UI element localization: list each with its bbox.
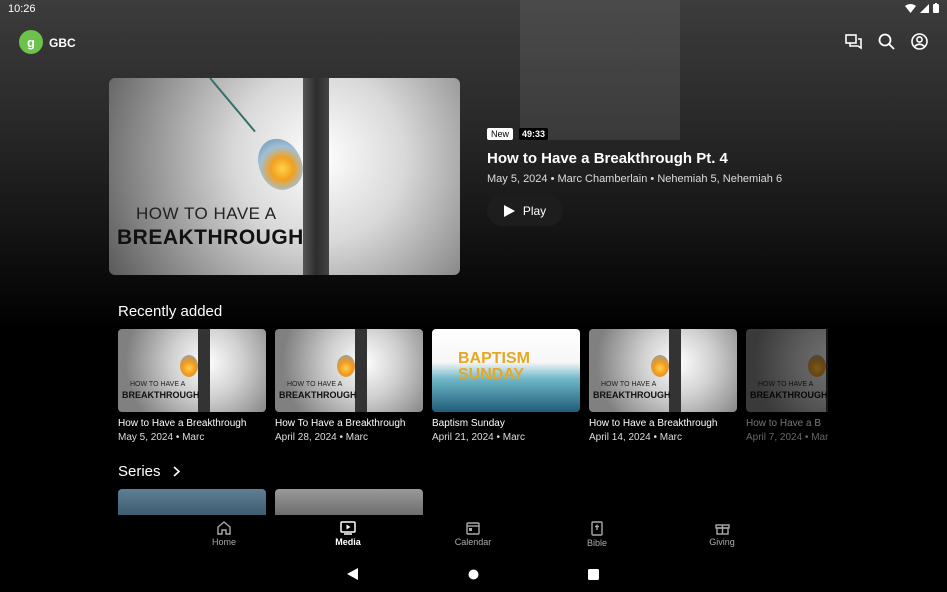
calendar-icon: [466, 522, 480, 535]
card-title: How to Have a Breakthrough: [589, 418, 718, 429]
app-logo[interactable]: g: [19, 30, 43, 54]
play-button[interactable]: Play: [487, 195, 563, 226]
nav-bible-label: Bible: [586, 538, 607, 548]
card-thumbnail: HOW TO HAVE A BREAKTHROUGH: [589, 329, 737, 412]
chat-icon[interactable]: [844, 32, 863, 51]
card-title: Baptism Sunday: [432, 418, 505, 429]
status-time: 10:26: [8, 3, 36, 15]
chain-backdrop-graphic: [520, 0, 680, 140]
card-thumbnail: HOW TO HAVE A BREAKTHROUGH: [746, 329, 828, 412]
hero-title[interactable]: How to Have a Breakthrough Pt. 4: [487, 150, 728, 167]
nav-home-label: Home: [211, 537, 236, 547]
card-meta: April 21, 2024 • Marc: [432, 432, 525, 443]
wall-graphic: [303, 78, 329, 275]
recents-icon[interactable]: [588, 569, 599, 580]
card-meta: April 14, 2024 • Marc: [589, 432, 682, 443]
card-thumbnail: HOW TO HAVE A BREAKTHROUGH: [118, 329, 266, 412]
status-bar: 10:26: [0, 0, 947, 18]
signal-icon: [920, 3, 929, 13]
nav-media[interactable]: Media: [308, 521, 388, 547]
nav-home[interactable]: Home: [184, 521, 264, 547]
app-name: GBC: [49, 36, 76, 50]
nav-giving[interactable]: Giving: [682, 521, 762, 547]
card-thumbnail: BAPTISM SUNDAY: [432, 329, 580, 412]
media-icon: [340, 521, 356, 535]
media-card[interactable]: HOW TO HAVE A BREAKTHROUGH How to Have a …: [118, 329, 266, 443]
hero-thumbnail[interactable]: HOW TO HAVE A BREAKTHROUGH: [109, 78, 460, 275]
card-meta: April 7, 2024 • Marc: [746, 432, 828, 443]
nav-giving-label: Giving: [709, 537, 735, 547]
series-title: Series: [118, 463, 161, 480]
series-card[interactable]: [275, 489, 423, 515]
recently-added-list: HOW TO HAVE A BREAKTHROUGH How to Have a …: [118, 329, 828, 449]
chevron-right-icon: [172, 466, 180, 477]
back-icon[interactable]: [347, 568, 358, 580]
wifi-icon: [905, 3, 916, 13]
status-icons: [905, 3, 939, 13]
search-icon[interactable]: [877, 32, 896, 51]
bible-icon: [591, 521, 603, 536]
nav-media-label: Media: [335, 537, 361, 547]
media-card[interactable]: HOW TO HAVE A BREAKTHROUGH How to Have a …: [589, 329, 737, 443]
card-meta: May 5, 2024 • Marc: [118, 432, 205, 443]
account-icon[interactable]: [910, 32, 929, 51]
play-icon: [503, 204, 515, 217]
hero-image-line1: HOW TO HAVE A: [136, 204, 277, 223]
card-meta: April 28, 2024 • Marc: [275, 432, 368, 443]
duration-badge: 49:33: [519, 128, 549, 140]
play-label: Play: [522, 203, 547, 218]
hero-badges: New 49:33: [487, 128, 549, 140]
series-card[interactable]: [118, 489, 266, 515]
battery-icon: [933, 3, 939, 13]
chain-graphic: [209, 78, 256, 133]
app-bar: g GBC: [0, 24, 947, 60]
card-title: How to Have a Breakthrough: [118, 418, 247, 429]
media-card[interactable]: HOW TO HAVE A BREAKTHROUGH How To Have a …: [275, 329, 423, 443]
media-card[interactable]: HOW TO HAVE A BREAKTHROUGH How to Have a …: [746, 329, 828, 443]
series-header[interactable]: Series: [118, 463, 180, 480]
bottom-navigation: Home Media Calendar Bible Giving: [0, 515, 947, 555]
recently-added-title: Recently added: [118, 303, 223, 320]
system-navigation: [0, 558, 947, 592]
card-title: How To Have a Breakthrough: [275, 418, 406, 429]
nav-calendar-label: Calendar: [454, 537, 492, 547]
hero-image-line2: BREAKTHROUGH: [117, 226, 304, 249]
media-card[interactable]: BAPTISM SUNDAY Baptism Sunday April 21, 2…: [432, 329, 580, 443]
new-badge: New: [487, 128, 514, 140]
hero-meta: May 5, 2024 • Marc Chamberlain • Nehemia…: [487, 173, 783, 185]
gift-icon: [714, 524, 730, 535]
card-thumbnail: HOW TO HAVE A BREAKTHROUGH: [275, 329, 423, 412]
nav-bible[interactable]: Bible: [557, 521, 637, 548]
home-circle-icon[interactable]: [468, 569, 479, 580]
home-icon: [217, 521, 231, 535]
card-title: How to Have a B: [746, 418, 822, 429]
nav-calendar[interactable]: Calendar: [433, 521, 513, 547]
lightbulb-graphic: [249, 131, 311, 197]
